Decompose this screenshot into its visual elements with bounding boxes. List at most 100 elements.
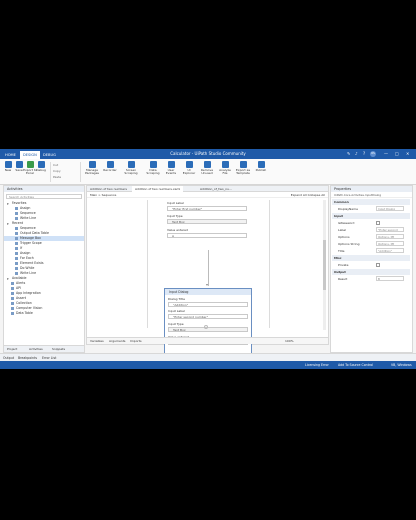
ui-explorer-button[interactable]: UI Explorer [181,161,197,183]
activity-icon [15,261,18,265]
activity-item-label: Trigger Scope [20,241,42,245]
property-key: Options String [338,242,360,246]
activity-icon [15,256,18,260]
dialog-title-label: Dialog Title [168,297,185,301]
wrench-icon[interactable]: ✎ [347,149,350,159]
recorder-icon [106,161,114,168]
input-dialog-activity-1[interactable]: Input Label "Enter first number" Input T… [165,200,251,250]
variables-tab[interactable]: Variables [90,338,104,345]
activity-item-label: Computer Vision [16,306,43,310]
property-checkbox[interactable] [376,263,380,267]
activity-item-label: API [16,286,22,290]
dialog-title-field[interactable]: "Addition" [168,302,248,307]
window-title: Calculator - UiPath Studio Community [170,151,246,156]
property-key: Output [334,270,346,274]
property-section[interactable]: Output [332,269,410,275]
property-value[interactable]: Options, Mt [376,241,404,246]
activity-item-label: Available [12,276,27,280]
source-control-button[interactable]: Add To Source Control [338,361,373,369]
analyze-file-button[interactable]: Analyze File [217,161,233,183]
input-label-title: Input Label [167,201,184,205]
activity-item[interactable]: Data Table [4,311,84,316]
input-type-select[interactable]: Text Box [167,219,247,224]
user-avatar[interactable]: RS [370,151,376,157]
input-label-field[interactable]: "Enter second number" [168,314,248,319]
activity-item-label: App Integration [16,291,41,295]
property-checkbox[interactable] [376,221,380,225]
arguments-tab[interactable]: Arguments [109,338,125,345]
bell-icon[interactable]: ♪ [355,149,358,159]
paste-button[interactable]: Paste [53,174,61,180]
ribbon-toolbar: New Save Export to Excel Debug Cut Copy … [0,159,416,185]
minimize-icon[interactable]: — [384,149,388,159]
activity-item-label: Write Line [20,216,37,220]
activity-item-label: Recent [12,221,24,225]
designer-scrollbar[interactable] [323,200,326,330]
property-value[interactable]: Input Dialog [376,206,404,211]
property-section[interactable]: Common [332,199,410,205]
designer-scrollbar-thumb[interactable] [323,240,326,290]
input-dialog-activity-2[interactable]: Input Dialog Dialog Title "Addition" Inp… [164,288,252,354]
close-icon[interactable]: ✕ [406,149,409,159]
analyze-icon [221,161,229,168]
ribbon-separator [50,162,51,182]
activity-item-label: Assign [20,251,31,255]
language-status[interactable]: VB, Windows [391,361,412,369]
property-value[interactable]: B [376,276,404,281]
input-type-select[interactable]: Text Box [168,327,248,332]
input-label-field[interactable]: "Enter first number" [167,206,247,211]
property-section[interactable]: Input [332,213,410,219]
property-row: Result B [332,276,410,282]
data-scraping-icon [149,161,157,168]
publish-button[interactable]: Publish [253,161,269,183]
remove-unused-button[interactable]: Remove Unused [199,161,215,183]
ui-explorer-icon [185,161,193,168]
input-dialog-header: Input Dialog [165,289,251,295]
property-row: Title "Addition" [332,248,410,254]
activity-icon [11,291,14,295]
property-row: Label "Enter second [332,227,410,233]
activities-search-input[interactable]: Search Activities [6,194,82,199]
activity-icon [15,226,18,230]
package-icon [88,161,96,168]
licensing-status[interactable]: Licensing Error [305,361,329,369]
data-scraping-button[interactable]: Data Scraping [145,161,161,183]
manage-packages-button[interactable]: Manage Packages [84,161,100,183]
property-value[interactable]: Options, Mt [376,234,404,239]
export-template-button[interactable]: Export as Template [235,161,251,183]
property-key: Label [338,228,347,232]
input-label-title: Input Label [168,309,185,313]
tab-activities[interactable]: Activities [29,346,43,353]
input-type-title: Input Type [167,214,183,218]
property-key: Misc [334,256,342,260]
debug-button[interactable]: Debug [34,161,48,183]
screen-scraping-button[interactable]: Screen Scraping [123,161,139,183]
activity-icon [15,246,18,250]
activity-item-label: Collection [16,301,32,305]
activity-icon [15,206,18,210]
activity-item-label: Message Box [20,236,41,240]
breadcrumb-path[interactable]: Main > Sequence [90,193,116,197]
expand-collapse-links[interactable]: Expand All Collapse All [291,192,325,198]
property-value[interactable]: "Addition" [376,248,404,253]
output-tabs-bar: Output Breakpoints Error List [0,353,416,361]
tab-project[interactable]: Project [7,346,17,353]
activities-panel-title: Activities [4,186,84,192]
properties-grid: Common DisplayName Input Dialog Input IsPass… [331,198,412,348]
user-events-button[interactable]: User Events [163,161,179,183]
chevron-down-icon: ▾ [7,276,9,281]
activity-item-label: Assign [20,206,31,210]
chevron-down-icon: ▾ [7,221,9,226]
tab-snippets[interactable]: Snippets [52,346,65,353]
connector-arrow-icon: ▾ [206,282,209,287]
property-section[interactable]: Misc [332,255,410,261]
maximize-icon[interactable]: □ [395,149,399,159]
imports-tab[interactable]: Imports [130,338,142,345]
zoom-level[interactable]: 100% [285,338,294,345]
help-icon[interactable]: ? [363,149,365,159]
activity-icon [11,281,14,285]
property-value[interactable]: "Enter second [376,227,404,232]
value-entered-field[interactable]: A [167,233,247,238]
property-row: DisplayName Input Dialog [332,206,410,212]
recorder-button[interactable]: Recorder [102,161,118,183]
